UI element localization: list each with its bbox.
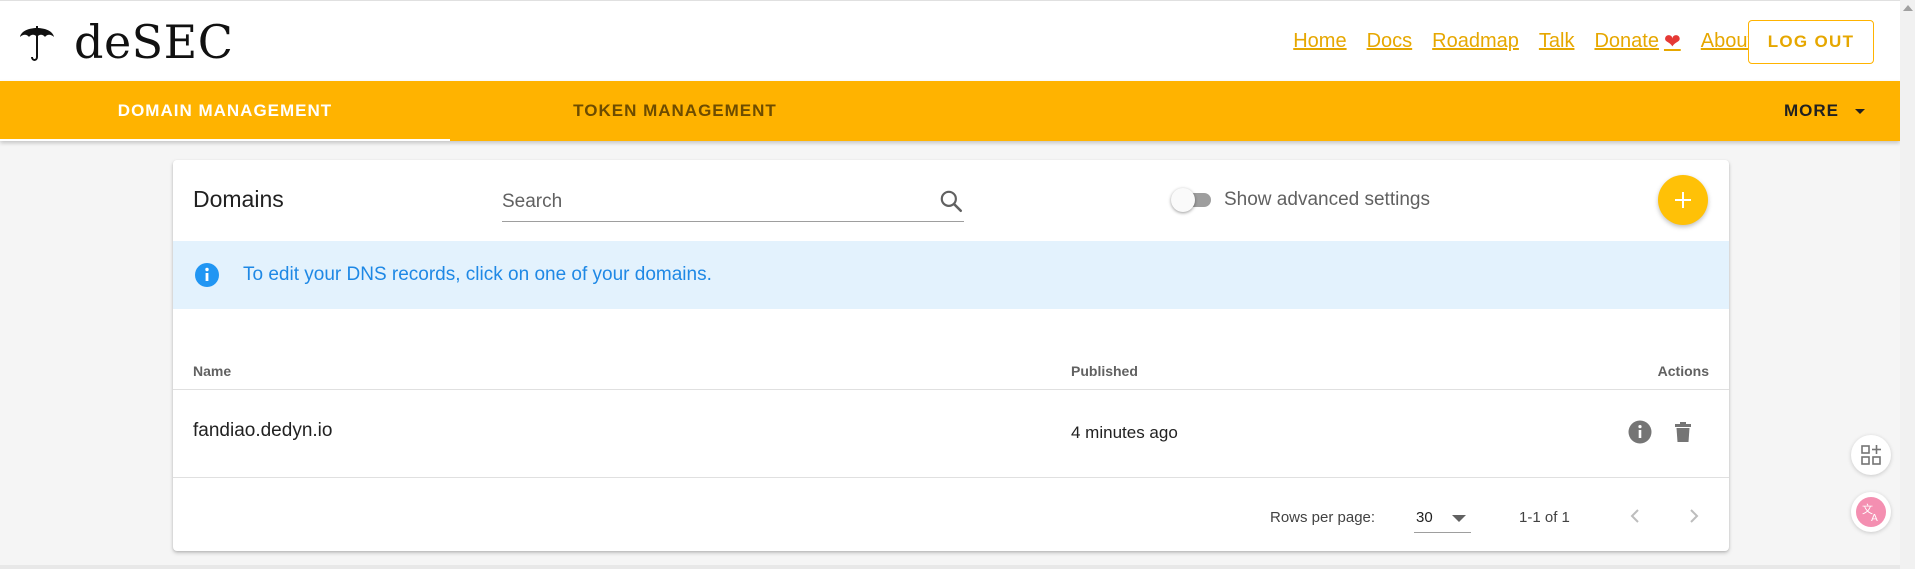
table-header: Name Published Actions: [173, 336, 1729, 390]
info-alert: To edit your DNS records, click on one o…: [173, 241, 1729, 309]
domain-name[interactable]: fandiao.dedyn.io: [193, 420, 332, 442]
more-label: MORE: [1784, 101, 1839, 120]
nav-roadmap-link[interactable]: Roadmap: [1432, 30, 1519, 53]
rows-per-page-label: Rows per page:: [1270, 509, 1376, 526]
search-input[interactable]: [502, 188, 922, 216]
bottom-edge: [0, 565, 1900, 569]
more-menu-button[interactable]: MORE: [1784, 81, 1865, 141]
top-nav: Home Docs Roadmap Talk Donate ❤ About: [1273, 29, 1753, 54]
chevron-right-icon[interactable]: [1680, 502, 1708, 530]
search-icon[interactable]: [938, 188, 964, 214]
heart-icon: ❤: [1663, 31, 1681, 53]
rows-per-page-value: 30: [1416, 509, 1433, 526]
toggle-track: [1171, 188, 1211, 212]
translate-button[interactable]: 文 A: [1851, 492, 1891, 532]
nav-about-link[interactable]: About: [1701, 30, 1753, 53]
page-title: Domains: [193, 186, 284, 212]
advanced-settings-label: Show advanced settings: [1224, 189, 1430, 210]
table-footer: Rows per page: 30 1-1 of 1: [173, 478, 1729, 551]
domain-published: 4 minutes ago: [1071, 423, 1178, 442]
translate-icon: 文 A: [1856, 497, 1886, 527]
column-header-published[interactable]: Published: [1071, 363, 1138, 379]
apps-add-icon: [1861, 445, 1881, 465]
nav-home-link[interactable]: Home: [1293, 30, 1346, 53]
domains-card: Domains Show advanced settings To edit y…: [173, 160, 1729, 551]
search-field: [502, 182, 964, 222]
scroll-up-icon[interactable]: [1903, 5, 1913, 11]
caret-down-icon: [1855, 108, 1865, 114]
column-header-name[interactable]: Name: [193, 363, 231, 379]
nav-donate-link[interactable]: Donate ❤: [1594, 29, 1680, 54]
tab-domain-management[interactable]: DOMAIN MANAGEMENT: [0, 81, 450, 141]
nav-donate-label: Donate: [1594, 30, 1659, 52]
umbrella-icon: [20, 26, 54, 61]
toggle-thumb: [1171, 188, 1195, 212]
tab-token-management[interactable]: TOKEN MANAGEMENT: [450, 81, 900, 141]
nav-talk-link[interactable]: Talk: [1539, 30, 1575, 53]
plus-icon: [1675, 192, 1691, 208]
logout-button[interactable]: LOG OUT: [1748, 20, 1874, 64]
info-icon[interactable]: [1627, 419, 1653, 445]
top-bar: deSEC Home Docs Roadmap Talk Donate ❤ Abo…: [0, 0, 1900, 81]
advanced-settings-toggle[interactable]: Show advanced settings: [1171, 188, 1430, 212]
info-alert-text: To edit your DNS records, click on one o…: [243, 264, 712, 285]
column-header-actions: Actions: [1657, 363, 1709, 379]
pagination-range: 1-1 of 1: [1519, 509, 1570, 526]
table-row[interactable]: fandiao.dedyn.io 4 minutes ago: [173, 390, 1729, 478]
rows-per-page-select[interactable]: 30: [1414, 500, 1471, 533]
svg-text:A: A: [1871, 513, 1878, 524]
info-icon: [195, 263, 219, 287]
logo-text: deSEC: [74, 15, 234, 69]
page-scrollbar[interactable]: [1900, 0, 1915, 569]
trash-icon[interactable]: [1670, 419, 1696, 445]
apps-add-button[interactable]: [1851, 435, 1891, 475]
chevron-left-icon[interactable]: [1621, 502, 1649, 530]
nav-docs-link[interactable]: Docs: [1367, 30, 1413, 53]
add-domain-button[interactable]: [1658, 175, 1708, 225]
tab-bar: DOMAIN MANAGEMENT TOKEN MANAGEMENT MORE: [0, 81, 1900, 141]
caret-down-icon: [1452, 515, 1466, 522]
logo[interactable]: deSEC: [18, 19, 233, 65]
